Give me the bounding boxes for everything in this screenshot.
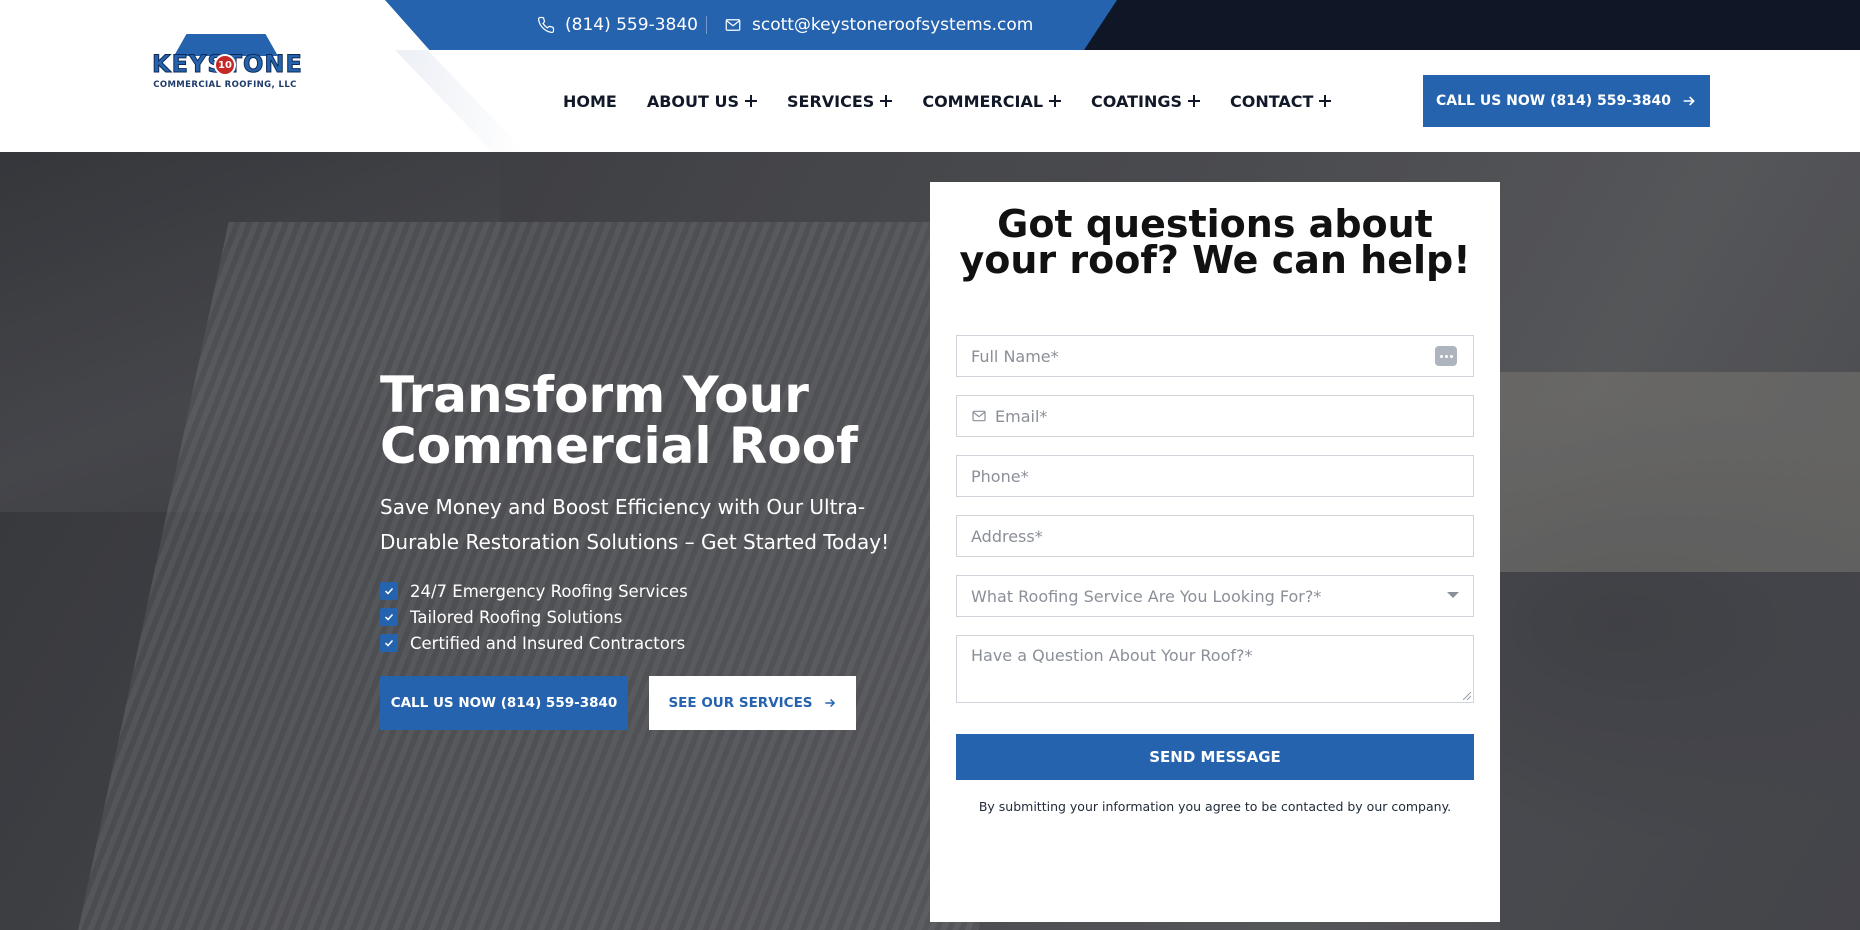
nav-item-label: SERVICES bbox=[787, 91, 875, 111]
topbar-separator bbox=[706, 16, 707, 34]
topbar-email-link[interactable]: scott@keystoneroofsystems.com bbox=[724, 0, 1033, 50]
question-field[interactable] bbox=[956, 635, 1474, 703]
logo-mark: KEYSTONE 10 COMMERCIAL ROOFING, LLC bbox=[152, 32, 302, 94]
feature-label: Tailored Roofing Solutions bbox=[410, 607, 623, 627]
form-title: Got questions about your roof? We can he… bbox=[959, 202, 1471, 282]
check-icon bbox=[380, 634, 398, 652]
email-input[interactable] bbox=[995, 406, 1473, 426]
mail-icon bbox=[725, 19, 741, 31]
topbar-phone-text: (814) 559-3840 bbox=[565, 15, 698, 35]
list-item: Tailored Roofing Solutions bbox=[380, 604, 800, 630]
hero-call-button[interactable]: CALL US NOW (814) 559-3840 bbox=[380, 676, 628, 730]
nav-item-about-us[interactable]: ABOUT US bbox=[646, 91, 758, 111]
question-textarea[interactable] bbox=[971, 646, 1473, 692]
full-name-field[interactable] bbox=[956, 335, 1474, 377]
list-item: Certified and Insured Contractors bbox=[380, 630, 800, 656]
plus-icon bbox=[1049, 95, 1062, 107]
contact-form: Got questions about your roof? We can he… bbox=[930, 182, 1500, 922]
autofill-icon[interactable] bbox=[1435, 346, 1457, 366]
phone-input[interactable] bbox=[971, 466, 1473, 486]
plus-icon bbox=[1188, 95, 1201, 107]
nav-item-home[interactable]: HOME bbox=[563, 92, 617, 111]
header-call-label: CALL US NOW (814) 559-3840 bbox=[1436, 93, 1671, 109]
logo-badge: 10 bbox=[214, 54, 236, 76]
feature-label: Certified and Insured Contractors bbox=[410, 633, 686, 653]
form-disclaimer: By submitting your information you agree… bbox=[978, 799, 1452, 814]
service-select[interactable]: What Roofing Service Are You Looking For… bbox=[956, 575, 1474, 617]
nav-item-contact[interactable]: CONTACT bbox=[1230, 91, 1332, 111]
nav-item-services[interactable]: SERVICES bbox=[787, 91, 893, 111]
phone-field[interactable] bbox=[956, 455, 1474, 497]
hero-section: Transform Your Commercial Roof Save Mone… bbox=[0, 152, 1860, 930]
arrow-right-icon bbox=[1683, 96, 1695, 106]
resize-handle-icon[interactable] bbox=[1463, 692, 1471, 700]
see-services-label: SEE OUR SERVICES bbox=[668, 695, 813, 711]
nav-item-label: CONTACT bbox=[1230, 91, 1314, 111]
hero-subtitle: Save Money and Boost Efficiency with Our… bbox=[380, 495, 890, 554]
mail-icon bbox=[972, 410, 986, 422]
nav-item-label: ABOUT US bbox=[646, 91, 740, 111]
plus-icon bbox=[880, 95, 893, 107]
email-field[interactable] bbox=[956, 395, 1474, 437]
address-input[interactable] bbox=[971, 526, 1473, 546]
check-icon bbox=[380, 608, 398, 626]
logo-tagline: COMMERCIAL ROOFING, LLC bbox=[153, 80, 297, 90]
site-logo[interactable]: KEYSTONE 10 COMMERCIAL ROOFING, LLC bbox=[152, 32, 302, 94]
list-item: 24/7 Emergency Roofing Services bbox=[380, 578, 800, 604]
nav-item-label: HOME bbox=[563, 91, 617, 111]
address-field[interactable] bbox=[956, 515, 1474, 557]
plus-icon bbox=[1319, 95, 1332, 107]
nav-item-commercial[interactable]: COMMERCIAL bbox=[922, 91, 1062, 111]
header-call-button[interactable]: CALL US NOW (814) 559-3840 bbox=[1423, 75, 1710, 127]
service-select-value: What Roofing Service Are You Looking For… bbox=[971, 586, 1322, 606]
topbar-phone-link[interactable]: (814) 559-3840 bbox=[537, 0, 698, 50]
check-icon bbox=[380, 582, 398, 600]
hero-feature-list: 24/7 Emergency Roofing Services Tailored… bbox=[380, 578, 800, 656]
nav-item-coatings[interactable]: COATINGS bbox=[1091, 91, 1201, 111]
full-name-input[interactable] bbox=[971, 346, 1473, 366]
see-services-button[interactable]: SEE OUR SERVICES bbox=[649, 676, 856, 730]
main-nav: HOME ABOUT US SERVICES COMMERCIAL COATIN… bbox=[563, 50, 1361, 152]
arrow-right-icon bbox=[824, 698, 835, 708]
hero-title: Transform Your Commercial Roof bbox=[380, 366, 858, 475]
topbar-email-text: scott@keystoneroofsystems.com bbox=[752, 15, 1034, 35]
caret-down-icon bbox=[1447, 592, 1459, 598]
phone-icon bbox=[537, 16, 555, 34]
nav-item-label: COMMERCIAL bbox=[922, 91, 1044, 111]
send-message-button[interactable]: SEND MESSAGE bbox=[956, 734, 1474, 780]
nav-item-label: COATINGS bbox=[1091, 91, 1183, 111]
feature-label: 24/7 Emergency Roofing Services bbox=[410, 581, 688, 601]
plus-icon bbox=[745, 95, 758, 107]
